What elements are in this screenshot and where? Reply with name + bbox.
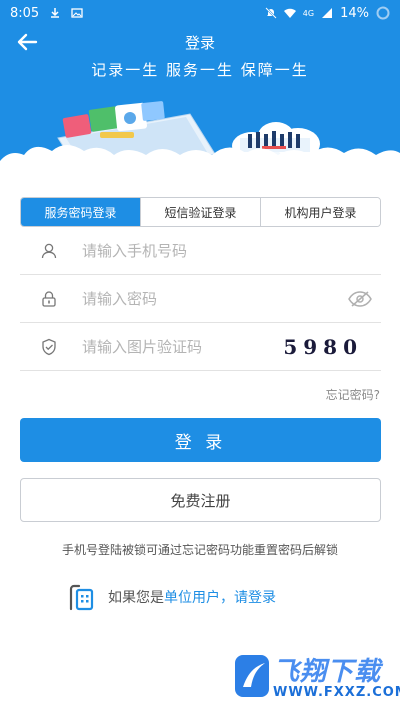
signal-icon: [322, 8, 333, 18]
phone-field-row: [20, 227, 381, 275]
unlock-notice: 手机号登陆被锁可通过忘记密码功能重置密码后解锁: [61, 543, 338, 557]
brand-logo-icon: [235, 655, 269, 697]
register-button[interactable]: 免费注册: [20, 478, 381, 522]
status-time: 8:05: [10, 5, 40, 21]
org-login-link[interactable]: 请登录: [234, 590, 276, 606]
network-label: 4G: [302, 8, 315, 18]
battery-ring-icon: [376, 6, 390, 20]
phone-input[interactable]: [82, 241, 381, 260]
hide-password-icon[interactable]: [347, 289, 373, 309]
building-icon: [69, 584, 94, 611]
password-field-row: [20, 275, 381, 323]
forgot-password-link[interactable]: 忘记密码?: [326, 386, 380, 403]
org-prefix: 如果您是: [108, 590, 164, 606]
shield-check-icon: [34, 337, 64, 357]
login-button[interactable]: 登 录: [20, 418, 381, 462]
cloud-divider: [0, 145, 400, 170]
login-method-tabs: 服务密码登录 短信验证登录 机构用户登录: [20, 197, 381, 227]
wifi-icon: [283, 8, 296, 18]
captcha-input[interactable]: [82, 337, 284, 356]
watermark-brand: 飞翔下载: [273, 657, 382, 687]
watermark-url: WWW.FXXZ.COM: [273, 685, 400, 700]
page-title: 登录: [184, 34, 215, 52]
org-login-row: 如果您是单位用户，请登录: [66, 582, 276, 612]
unit-user-label: 单位用户，: [164, 590, 234, 606]
tab-org-user[interactable]: 机构用户登录: [260, 198, 380, 226]
site-watermark: 飞翔下载 WWW.FXXZ.COM: [233, 647, 400, 705]
captcha-field-row: 5980: [20, 323, 381, 371]
download-icon: [51, 8, 60, 18]
user-icon: [34, 241, 64, 261]
hero-banner: 登录 记录一生 服务一生 保障一生: [0, 26, 400, 170]
tab-service-password[interactable]: 服务密码登录: [21, 198, 140, 226]
status-bar: 8:05 4G 14%: [0, 0, 400, 26]
battery-percent: 14%: [340, 5, 369, 21]
captcha-image[interactable]: 5980: [283, 335, 363, 359]
lock-icon: [34, 289, 64, 309]
image-icon: [71, 8, 83, 18]
tab-sms-verify[interactable]: 短信验证登录: [140, 198, 260, 226]
mute-icon: [265, 7, 277, 19]
password-input[interactable]: [82, 289, 347, 308]
